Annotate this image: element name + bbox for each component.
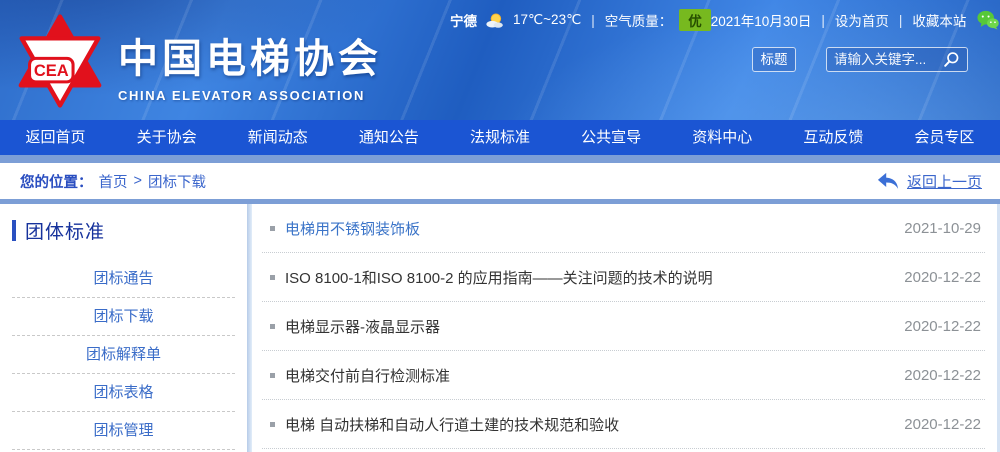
wechat-icon[interactable] (977, 10, 999, 30)
divider: | (818, 13, 828, 28)
set-home-link[interactable]: 设为首页 (835, 10, 889, 30)
search-input[interactable] (834, 52, 943, 67)
nav-item-4[interactable]: 法规标准 (444, 120, 555, 155)
breadcrumb-separator: > (134, 173, 142, 189)
air-quality-badge: 优 (679, 9, 711, 31)
document-date: 2020-12-22 (904, 318, 981, 335)
divider: | (588, 13, 598, 28)
document-link-4[interactable]: 电梯 自动扶梯和自动人行道土建的技术规范和验收 (285, 414, 888, 435)
sidebar-menu-row: 团标表格 (12, 374, 235, 412)
site-title: 中国电梯协会 (118, 26, 382, 84)
nav-bottom-strip (0, 155, 1000, 163)
sidebar-menu-row: 团标解释单 (12, 336, 235, 374)
air-quality-label: 空气质量： (605, 10, 673, 30)
sidebar-title-text: 团体标准 (25, 217, 105, 244)
document-date: 2020-12-22 (904, 367, 981, 384)
document-date: 2020-12-22 (904, 416, 981, 433)
nav-item-0[interactable]: 返回首页 (0, 120, 111, 155)
current-date: 2021年10月30日 (711, 10, 812, 30)
nav-item-2[interactable]: 新闻动态 (222, 120, 333, 155)
sidebar-item-3[interactable]: 团标表格 (12, 374, 235, 411)
bullet-icon (270, 275, 275, 280)
document-link-0[interactable]: 电梯用不锈钢装饰板 (285, 218, 888, 239)
nav-item-6[interactable]: 资料中心 (667, 120, 778, 155)
list-item: 电梯显示器-液晶显示器 2020-12-22 (262, 302, 985, 351)
divider: | (896, 13, 906, 28)
back-link[interactable]: 返回上一页 (877, 171, 1000, 192)
sidebar-title: 团体标准 (0, 217, 247, 244)
nav-item-5[interactable]: 公共宣导 (556, 120, 667, 155)
list-item: 电梯用不锈钢装饰板 2021-10-29 (262, 204, 985, 253)
sidebar-menu-row: 团标通告 (12, 260, 235, 298)
search-box (826, 47, 968, 72)
nav-item-7[interactable]: 互动反馈 (778, 120, 889, 155)
breadcrumb-current: 团标下载 (148, 171, 206, 192)
breadcrumb-bar: 您的位置： 首页 > 团标下载 返回上一页 (0, 163, 1000, 199)
document-list: 电梯用不锈钢装饰板 2021-10-29 ISO 8100-1和ISO 8100-2… (252, 204, 997, 452)
sidebar-item-4[interactable]: 团标管理 (12, 412, 235, 449)
document-date: 2021-10-29 (904, 220, 981, 237)
page: CEA 中国电梯协会 CHINA ELEVATOR ASSOCIATION 宁德… (0, 0, 1000, 452)
sidebar-item-1[interactable]: 团标下载 (12, 298, 235, 335)
back-arrow-icon (877, 172, 899, 190)
logo-text: CEA (34, 61, 69, 80)
back-link-label[interactable]: 返回上一页 (907, 171, 982, 192)
list-item: 电梯 自动扶梯和自动人行道土建的技术规范和验收 2020-12-22 (262, 400, 985, 449)
search-category-button[interactable]: 标题 (752, 47, 796, 72)
sidebar: 团体标准 团标通告团标下载团标解释单团标表格团标管理 (0, 204, 247, 452)
search-row: 标题 (752, 47, 968, 72)
search-icon[interactable] (943, 51, 960, 68)
breadcrumb-label: 您的位置： (20, 171, 93, 192)
bullet-icon (270, 226, 275, 231)
main-nav: 返回首页关于协会新闻动态通知公告法规标准公共宣导资料中心互动反馈会员专区 (0, 120, 1000, 155)
cea-star-logo-icon: CEA (16, 14, 104, 108)
top-info-bar: 宁德 17℃~23℃ | 空气质量： 优 2021年10月30日 | 设为首页 … (450, 9, 986, 31)
sidebar-menu: 团标通告团标下载团标解释单团标表格团标管理 (12, 260, 235, 450)
bullet-icon (270, 422, 275, 427)
sidebar-title-bar (12, 220, 16, 241)
document-link-1[interactable]: ISO 8100-1和ISO 8100-2 的应用指南——关注问题的技术的说明 (285, 267, 888, 288)
document-date: 2020-12-22 (904, 269, 981, 286)
list-item: ISO 8100-1和ISO 8100-2 的应用指南——关注问题的技术的说明 2… (262, 253, 985, 302)
bullet-icon (270, 324, 275, 329)
bullet-icon (270, 373, 275, 378)
breadcrumb: 您的位置： 首页 > 团标下载 (0, 171, 206, 192)
weather-group: 宁德 17℃~23℃ | 空气质量： 优 (450, 9, 711, 31)
sun-cloud-icon (484, 12, 506, 29)
nav-item-1[interactable]: 关于协会 (111, 120, 222, 155)
list-item: 电梯交付前自行检测标准 2020-12-22 (262, 351, 985, 400)
topbar-links: 2021年10月30日 | 设为首页 | 收藏本站 (711, 10, 1000, 30)
document-link-3[interactable]: 电梯交付前自行检测标准 (285, 365, 888, 386)
logo-block[interactable]: CEA 中国电梯协会 CHINA ELEVATOR ASSOCIATION (16, 14, 382, 108)
site-header: CEA 中国电梯协会 CHINA ELEVATOR ASSOCIATION 宁德… (0, 0, 1000, 120)
content: 团体标准 团标通告团标下载团标解释单团标表格团标管理 电梯用不锈钢装饰板 2021… (0, 204, 1000, 452)
weather-temp: 17℃~23℃ (513, 12, 581, 28)
document-link-2[interactable]: 电梯显示器-液晶显示器 (285, 316, 888, 337)
sidebar-menu-row: 团标管理 (12, 412, 235, 450)
site-subtitle: CHINA ELEVATOR ASSOCIATION (118, 88, 382, 103)
add-favorite-link[interactable]: 收藏本站 (912, 10, 966, 30)
weather-city: 宁德 (450, 10, 477, 30)
sidebar-menu-row: 团标下载 (12, 298, 235, 336)
nav-item-8[interactable]: 会员专区 (889, 120, 1000, 155)
nav-item-3[interactable]: 通知公告 (333, 120, 444, 155)
sidebar-item-0[interactable]: 团标通告 (12, 260, 235, 297)
breadcrumb-home-link[interactable]: 首页 (99, 171, 128, 192)
sidebar-item-2[interactable]: 团标解释单 (12, 336, 235, 373)
